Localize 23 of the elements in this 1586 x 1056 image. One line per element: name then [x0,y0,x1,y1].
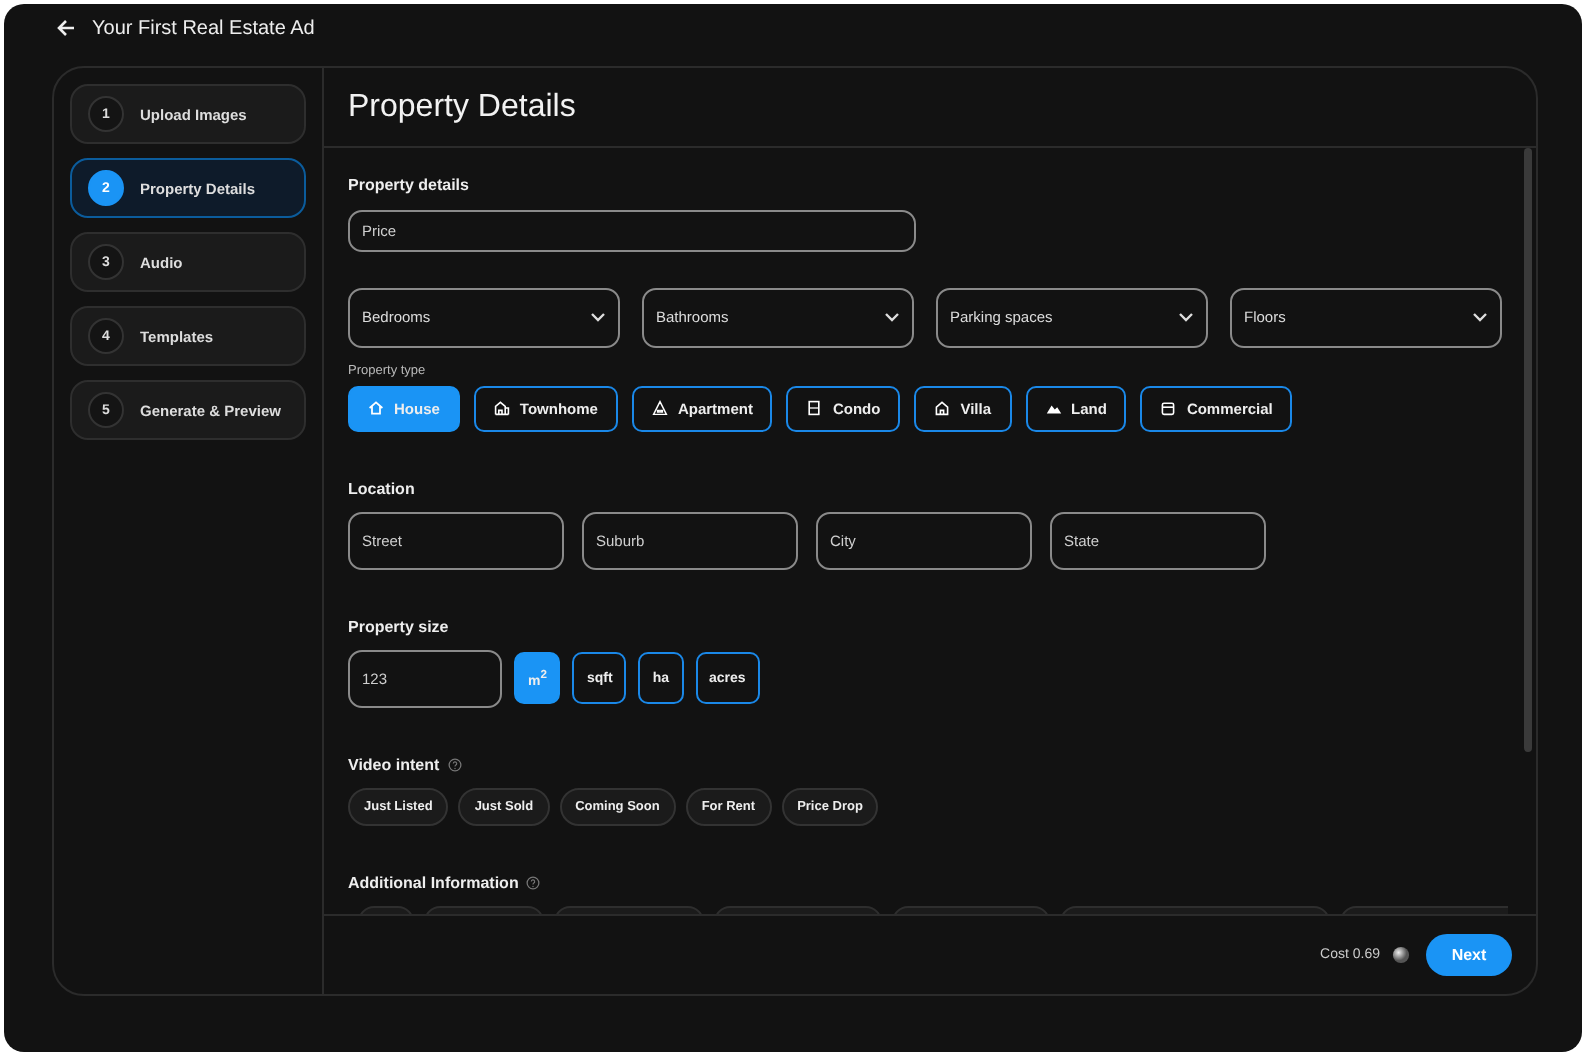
chevron-down-icon [590,311,606,324]
section-heading: Property size [348,617,451,636]
coin-icon [1392,946,1410,964]
door-icon [806,400,823,417]
store-icon [1160,400,1177,417]
house-icon [934,400,951,417]
chevron-down-icon [884,311,900,324]
mountain-icon [1045,400,1062,417]
chevron-down-icon [1472,311,1488,324]
window-title: Your First Real Estate Ad [92,17,315,39]
help-icon [526,875,541,890]
section-heading: Location [348,479,417,498]
section-heading: Additional Information [348,873,519,892]
house-icon [368,400,384,417]
section-heading: Video intent [348,755,440,774]
townhouse-icon [493,400,510,417]
chevron-down-icon [1178,311,1194,324]
page-title: Property Details [348,89,576,125]
help-icon [447,757,462,772]
section-heading: Property details [348,176,471,194]
building-icon [651,400,668,417]
scrollbar-thumb[interactable] [1524,148,1532,752]
back-arrow-icon[interactable] [56,18,76,38]
